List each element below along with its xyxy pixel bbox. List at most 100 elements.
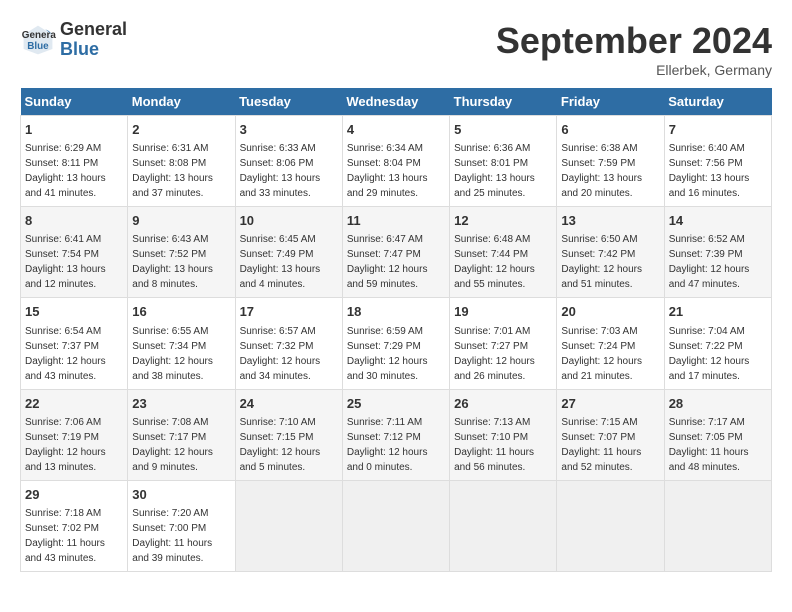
calendar-cell: 2 Sunrise: 6:31 AM Sunset: 8:08 PM Daylig… <box>128 116 235 207</box>
calendar-cell: 7 Sunrise: 6:40 AM Sunset: 7:56 PM Daylig… <box>664 116 771 207</box>
calendar-cell: 12 Sunrise: 6:48 AM Sunset: 7:44 PM Dayli… <box>450 207 557 298</box>
day-number: 19 <box>454 303 552 321</box>
day-info: Sunrise: 7:08 AM Sunset: 7:17 PM Dayligh… <box>132 415 230 475</box>
day-header-saturday: Saturday <box>664 88 771 116</box>
calendar-cell: 10 Sunrise: 6:45 AM Sunset: 7:49 PM Dayli… <box>235 207 342 298</box>
month-title: September 2024 <box>496 20 772 62</box>
logo-line1: General <box>60 20 127 40</box>
day-number: 14 <box>669 212 767 230</box>
day-info: Sunrise: 7:17 AM Sunset: 7:05 PM Dayligh… <box>669 415 767 475</box>
day-info: Sunrise: 6:59 AM Sunset: 7:29 PM Dayligh… <box>347 324 445 384</box>
logo-text: General Blue <box>60 20 127 60</box>
day-info: Sunrise: 6:34 AM Sunset: 8:04 PM Dayligh… <box>347 141 445 201</box>
day-info: Sunrise: 7:20 AM Sunset: 7:00 PM Dayligh… <box>132 506 230 566</box>
day-number: 23 <box>132 395 230 413</box>
day-info: Sunrise: 6:40 AM Sunset: 7:56 PM Dayligh… <box>669 141 767 201</box>
calendar-body: 1 Sunrise: 6:29 AM Sunset: 8:11 PM Daylig… <box>21 116 772 572</box>
day-info: Sunrise: 7:10 AM Sunset: 7:15 PM Dayligh… <box>240 415 338 475</box>
calendar-cell: 5Sunrise: 6:36 AM Sunset: 8:01 PM Daylig… <box>450 116 557 207</box>
day-info: Sunrise: 6:48 AM Sunset: 7:44 PM Dayligh… <box>454 232 552 292</box>
day-info: Sunrise: 6:50 AM Sunset: 7:42 PM Dayligh… <box>561 232 659 292</box>
logo: General Blue General Blue <box>20 20 127 60</box>
calendar-table: SundayMondayTuesdayWednesdayThursdayFrid… <box>20 88 772 572</box>
calendar-cell: 18 Sunrise: 6:59 AM Sunset: 7:29 PM Dayli… <box>342 298 449 389</box>
calendar-cell: 22 Sunrise: 7:06 AM Sunset: 7:19 PM Dayli… <box>21 389 128 480</box>
day-number: 29 <box>25 486 123 504</box>
day-number: 1 <box>25 121 123 139</box>
day-number: 25 <box>347 395 445 413</box>
day-header-wednesday: Wednesday <box>342 88 449 116</box>
logo-line2: Blue <box>60 40 127 60</box>
day-info: Sunrise: 6:54 AM Sunset: 7:37 PM Dayligh… <box>25 324 123 384</box>
day-info: Sunrise: 6:31 AM Sunset: 8:08 PM Dayligh… <box>132 141 230 201</box>
calendar-cell: 11 Sunrise: 6:47 AM Sunset: 7:47 PM Dayli… <box>342 207 449 298</box>
day-number: 30 <box>132 486 230 504</box>
page-header: General Blue General Blue September 2024… <box>20 20 772 78</box>
calendar-cell <box>450 480 557 571</box>
day-info: Sunrise: 6:45 AM Sunset: 7:49 PM Dayligh… <box>240 232 338 292</box>
calendar-cell: 13 Sunrise: 6:50 AM Sunset: 7:42 PM Dayli… <box>557 207 664 298</box>
calendar-cell <box>235 480 342 571</box>
day-number: 15 <box>25 303 123 321</box>
day-number: 17 <box>240 303 338 321</box>
day-number: 12 <box>454 212 552 230</box>
day-info: Sunrise: 6:47 AM Sunset: 7:47 PM Dayligh… <box>347 232 445 292</box>
calendar-week-row: 29 Sunrise: 7:18 AM Sunset: 7:02 PM Dayli… <box>21 480 772 571</box>
calendar-cell: 30 Sunrise: 7:20 AM Sunset: 7:00 PM Dayli… <box>128 480 235 571</box>
calendar-cell: 26 Sunrise: 7:13 AM Sunset: 7:10 PM Dayli… <box>450 389 557 480</box>
day-info: Sunrise: 7:18 AM Sunset: 7:02 PM Dayligh… <box>25 506 123 566</box>
day-info: Sunrise: 7:13 AM Sunset: 7:10 PM Dayligh… <box>454 415 552 475</box>
day-number: 9 <box>132 212 230 230</box>
day-number: 21 <box>669 303 767 321</box>
calendar-week-row: 22 Sunrise: 7:06 AM Sunset: 7:19 PM Dayli… <box>21 389 772 480</box>
day-info: Sunrise: 6:29 AM Sunset: 8:11 PM Dayligh… <box>25 141 123 201</box>
calendar-cell: 24 Sunrise: 7:10 AM Sunset: 7:15 PM Dayli… <box>235 389 342 480</box>
calendar-cell: 16 Sunrise: 6:55 AM Sunset: 7:34 PM Dayli… <box>128 298 235 389</box>
day-number: 4 <box>347 121 445 139</box>
title-block: September 2024 Ellerbek, Germany <box>496 20 772 78</box>
day-header-friday: Friday <box>557 88 664 116</box>
day-number: 22 <box>25 395 123 413</box>
day-header-thursday: Thursday <box>450 88 557 116</box>
calendar-cell: 23 Sunrise: 7:08 AM Sunset: 7:17 PM Dayli… <box>128 389 235 480</box>
day-info: Sunrise: 7:03 AM Sunset: 7:24 PM Dayligh… <box>561 324 659 384</box>
day-number: 13 <box>561 212 659 230</box>
day-number: 20 <box>561 303 659 321</box>
day-number: 27 <box>561 395 659 413</box>
day-number: 2 <box>132 121 230 139</box>
day-number: 26 <box>454 395 552 413</box>
calendar-cell: 20 Sunrise: 7:03 AM Sunset: 7:24 PM Dayli… <box>557 298 664 389</box>
day-info: Sunrise: 7:06 AM Sunset: 7:19 PM Dayligh… <box>25 415 123 475</box>
calendar-cell: 9Sunrise: 6:43 AM Sunset: 7:52 PM Daylig… <box>128 207 235 298</box>
calendar-cell: 6 Sunrise: 6:38 AM Sunset: 7:59 PM Daylig… <box>557 116 664 207</box>
svg-text:General: General <box>22 30 56 41</box>
calendar-cell: 25Sunrise: 7:11 AM Sunset: 7:12 PM Dayli… <box>342 389 449 480</box>
calendar-cell: 1 Sunrise: 6:29 AM Sunset: 8:11 PM Daylig… <box>21 116 128 207</box>
calendar-week-row: 8Sunrise: 6:41 AM Sunset: 7:54 PM Daylig… <box>21 207 772 298</box>
calendar-cell <box>557 480 664 571</box>
day-info: Sunrise: 6:41 AM Sunset: 7:54 PM Dayligh… <box>25 232 123 292</box>
day-info: Sunrise: 6:38 AM Sunset: 7:59 PM Dayligh… <box>561 141 659 201</box>
day-number: 6 <box>561 121 659 139</box>
svg-text:Blue: Blue <box>27 41 49 52</box>
location-subtitle: Ellerbek, Germany <box>496 62 772 78</box>
day-number: 16 <box>132 303 230 321</box>
day-number: 11 <box>347 212 445 230</box>
day-header-monday: Monday <box>128 88 235 116</box>
day-number: 24 <box>240 395 338 413</box>
calendar-header-row: SundayMondayTuesdayWednesdayThursdayFrid… <box>21 88 772 116</box>
day-header-sunday: Sunday <box>21 88 128 116</box>
day-info: Sunrise: 7:01 AM Sunset: 7:27 PM Dayligh… <box>454 324 552 384</box>
day-number: 18 <box>347 303 445 321</box>
day-number: 7 <box>669 121 767 139</box>
calendar-cell: 15 Sunrise: 6:54 AM Sunset: 7:37 PM Dayli… <box>21 298 128 389</box>
day-number: 10 <box>240 212 338 230</box>
day-number: 5 <box>454 121 552 139</box>
day-number: 3 <box>240 121 338 139</box>
logo-icon: General Blue <box>20 22 56 58</box>
day-number: 28 <box>669 395 767 413</box>
calendar-cell: 27Sunrise: 7:15 AM Sunset: 7:07 PM Dayli… <box>557 389 664 480</box>
day-info: Sunrise: 6:33 AM Sunset: 8:06 PM Dayligh… <box>240 141 338 201</box>
calendar-cell: 21Sunrise: 7:04 AM Sunset: 7:22 PM Dayli… <box>664 298 771 389</box>
day-info: Sunrise: 6:55 AM Sunset: 7:34 PM Dayligh… <box>132 324 230 384</box>
